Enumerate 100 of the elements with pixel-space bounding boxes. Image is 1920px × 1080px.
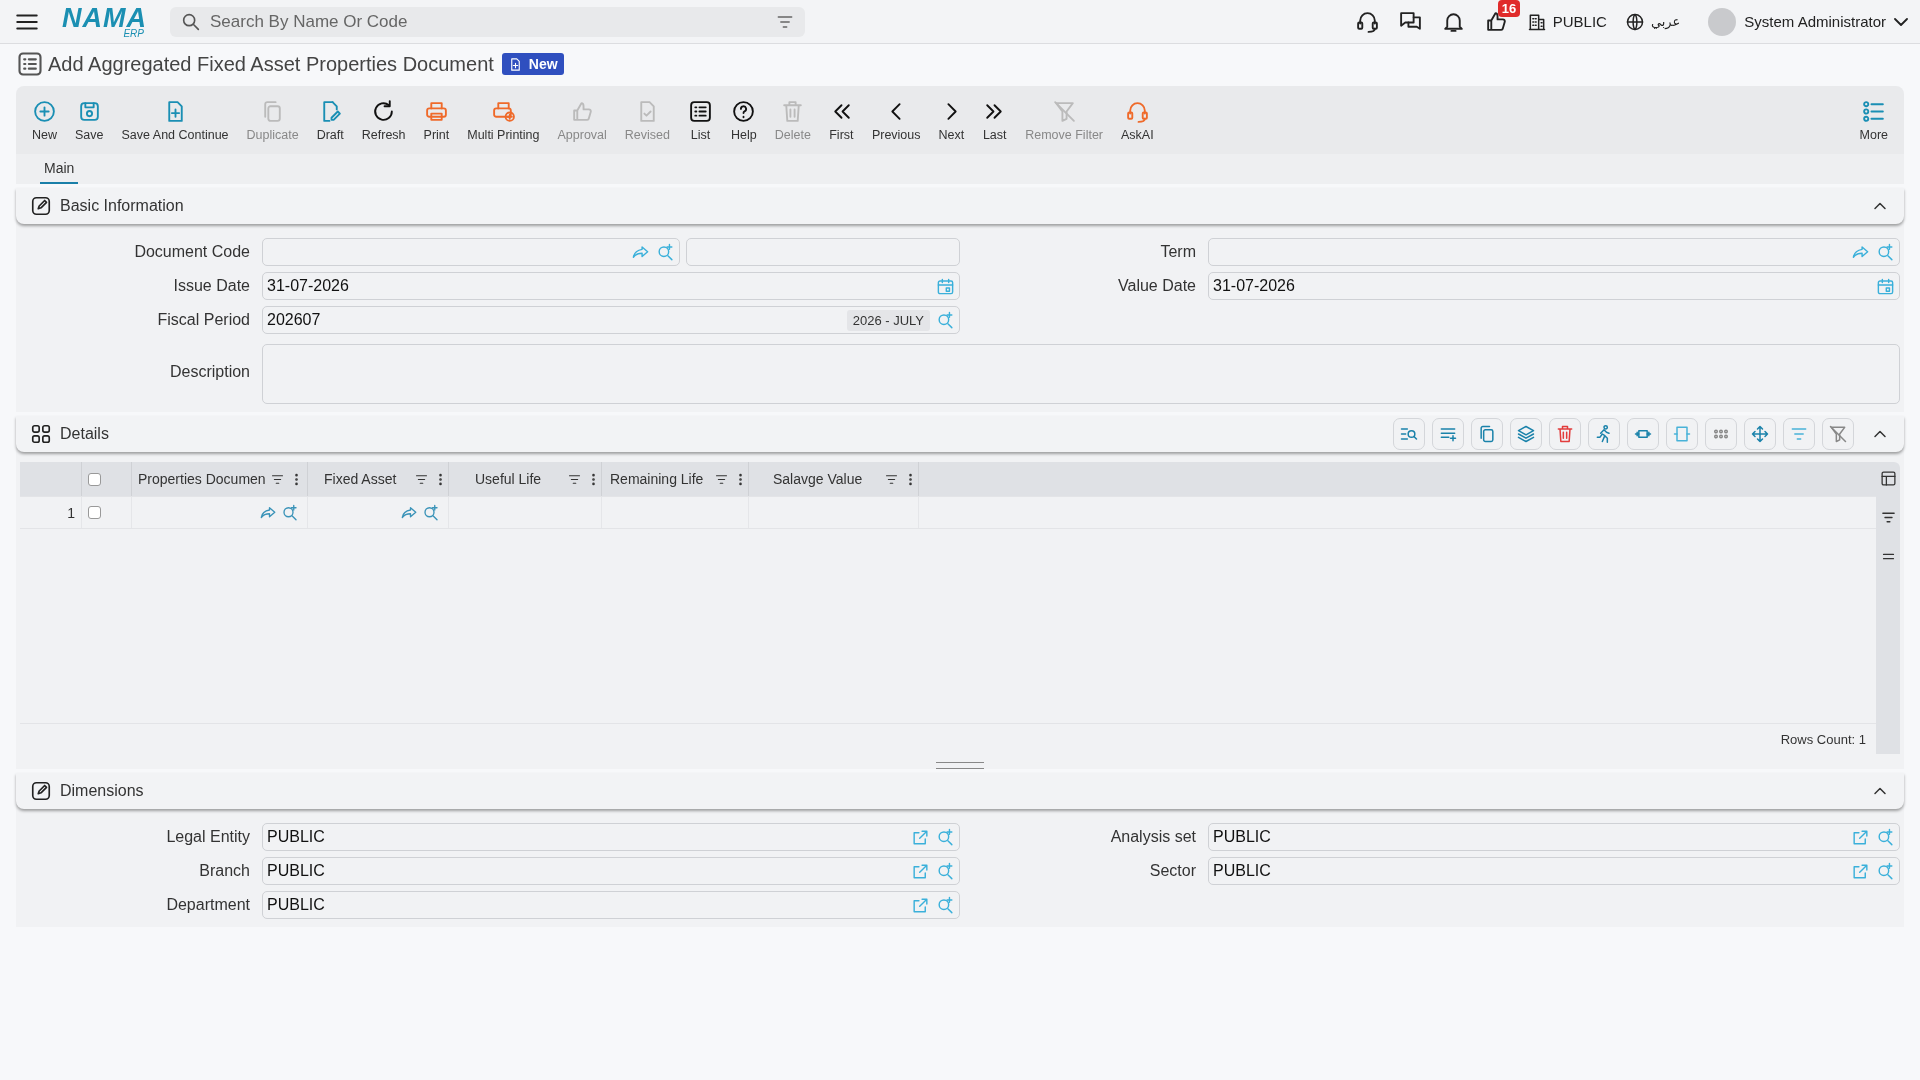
- move-icon: [1750, 424, 1770, 444]
- search-plus-icon[interactable]: [1876, 827, 1895, 847]
- external-link-icon[interactable]: [911, 895, 930, 915]
- tab[interactable]: Main: [40, 156, 79, 184]
- toolbar-button[interactable]: Save: [67, 94, 112, 146]
- language-selector[interactable]: عربي: [1624, 11, 1681, 32]
- input-field[interactable]: [262, 238, 680, 266]
- search-plus-icon[interactable]: [936, 895, 955, 915]
- column-header[interactable]: Salavge Value: [773, 471, 880, 487]
- grid-tool-button[interactable]: [1783, 418, 1815, 450]
- grid-tool-button[interactable]: [1666, 418, 1698, 450]
- input-field[interactable]: 31-07-2026: [262, 272, 960, 300]
- field-label: Department: [165, 896, 250, 914]
- search-plus-icon[interactable]: [936, 861, 955, 881]
- search-plus-icon[interactable]: [422, 503, 440, 522]
- field-label: Description: [168, 363, 250, 381]
- grid-tool-button[interactable]: [1627, 418, 1659, 450]
- input-field[interactable]: PUBLIC: [262, 823, 960, 851]
- headset-icon[interactable]: [1354, 9, 1380, 34]
- column-header[interactable]: Fixed Asset: [324, 471, 410, 487]
- toolbar-button[interactable]: Multi Printing: [459, 94, 548, 146]
- resize-handle[interactable]: [936, 762, 984, 769]
- calendar-icon[interactable]: [936, 276, 955, 296]
- search-plus-icon[interactable]: [656, 242, 675, 262]
- field-label: Legal Entity: [165, 828, 250, 846]
- toolbar-button[interactable]: Refresh: [353, 94, 414, 146]
- list-icon: [1861, 98, 1887, 124]
- input-field[interactable]: [1208, 238, 1900, 266]
- grid-tool-button[interactable]: [1432, 418, 1464, 450]
- external-link-icon[interactable]: [911, 861, 930, 881]
- input-field[interactable]: PUBLIC: [262, 857, 960, 885]
- chevron-down-icon: [1894, 17, 1908, 26]
- search-plus-icon[interactable]: [1876, 861, 1895, 881]
- section-title: Details: [60, 425, 109, 443]
- toolbar-button[interactable]: Next: [930, 94, 973, 146]
- input-field[interactable]: [686, 238, 960, 266]
- grid-tool-button[interactable]: [1705, 418, 1737, 450]
- toolbar-button[interactable]: Save And Continue: [113, 94, 237, 146]
- layers-icon: [1516, 424, 1536, 444]
- external-link-icon[interactable]: [1851, 827, 1870, 847]
- more-button[interactable]: More: [1851, 94, 1896, 146]
- status-badge: New: [501, 53, 564, 75]
- checkbox[interactable]: [88, 472, 101, 486]
- globe-icon: [1624, 11, 1645, 32]
- column-header[interactable]: Remaining Life: [610, 471, 710, 487]
- edit-icon: [30, 195, 52, 217]
- logo: NAMA ERP: [62, 4, 148, 39]
- filter-off-icon: [1051, 98, 1077, 124]
- toolbar-button[interactable]: Previous: [863, 94, 929, 146]
- grid-tool-button[interactable]: [1549, 418, 1581, 450]
- external-link-icon[interactable]: [1851, 861, 1870, 881]
- checkbox[interactable]: [88, 506, 101, 519]
- grid-tool-button[interactable]: [1471, 418, 1503, 450]
- input-field[interactable]: 31-07-2026: [1208, 272, 1900, 300]
- field-label: Branch: [198, 862, 250, 880]
- toolbar-button[interactable]: List: [680, 94, 721, 146]
- field-label: Term: [1159, 243, 1196, 261]
- external-link-icon[interactable]: [911, 827, 930, 847]
- search-plus-icon[interactable]: [936, 310, 955, 330]
- grid-tool-button[interactable]: [1822, 418, 1854, 450]
- page-title: Add Aggregated Fixed Asset Properties Document: [48, 52, 494, 76]
- grid-tool-button[interactable]: [1510, 418, 1542, 450]
- input-field[interactable]: 202607 2026 - JULY: [262, 306, 960, 334]
- field-label: Document Code: [133, 243, 250, 261]
- toolbar-button[interactable]: First: [820, 94, 862, 146]
- column-header[interactable]: Useful Life: [475, 471, 563, 487]
- search-field[interactable]: Search By Name Or Code: [208, 10, 775, 33]
- search-plus-icon[interactable]: [281, 503, 299, 522]
- notification-badge: 16: [1497, 0, 1521, 17]
- toolbar-button[interactable]: New: [24, 94, 65, 146]
- grid-tool-button[interactable]: [1393, 418, 1425, 450]
- table-icon[interactable]: [1879, 470, 1897, 487]
- period-tag: 2026 - JULY: [846, 309, 930, 331]
- toolbar-button[interactable]: AskAI: [1113, 94, 1162, 146]
- toolbar-button[interactable]: Last: [974, 94, 1016, 146]
- section-title: Basic Information: [60, 197, 184, 215]
- search-plus-icon[interactable]: [1876, 242, 1895, 262]
- rows-count: Rows Count: 1: [1780, 731, 1866, 747]
- company-selector[interactable]: PUBLIC: [1526, 11, 1607, 32]
- row-number: 1: [67, 504, 75, 521]
- user-menu[interactable]: System Administrator: [1708, 7, 1908, 36]
- toolbar-button[interactable]: Draft: [308, 94, 352, 146]
- columns-icon: [1672, 424, 1692, 444]
- field-label: Sector: [1148, 862, 1196, 880]
- toolbar-button[interactable]: Print: [415, 94, 458, 146]
- grid-icon: [30, 423, 52, 445]
- toolbar-button[interactable]: Help: [723, 94, 765, 146]
- field-label: Fiscal Period: [156, 311, 250, 329]
- input-field[interactable]: PUBLIC: [1208, 857, 1900, 885]
- search-box[interactable]: Search By Name Or Code: [170, 6, 805, 37]
- grid-tool-button[interactable]: [1588, 418, 1620, 450]
- input-field[interactable]: PUBLIC: [262, 891, 960, 919]
- filter-off-icon: [1828, 424, 1848, 444]
- calendar-icon[interactable]: [1876, 276, 1895, 296]
- grid-tool-button[interactable]: [1744, 418, 1776, 450]
- input-field[interactable]: PUBLIC: [1208, 823, 1900, 851]
- avatar: [1708, 7, 1737, 36]
- trash-icon: [1555, 424, 1575, 444]
- search-plus-icon[interactable]: [936, 827, 955, 847]
- column-header[interactable]: Properties Documen: [138, 471, 266, 487]
